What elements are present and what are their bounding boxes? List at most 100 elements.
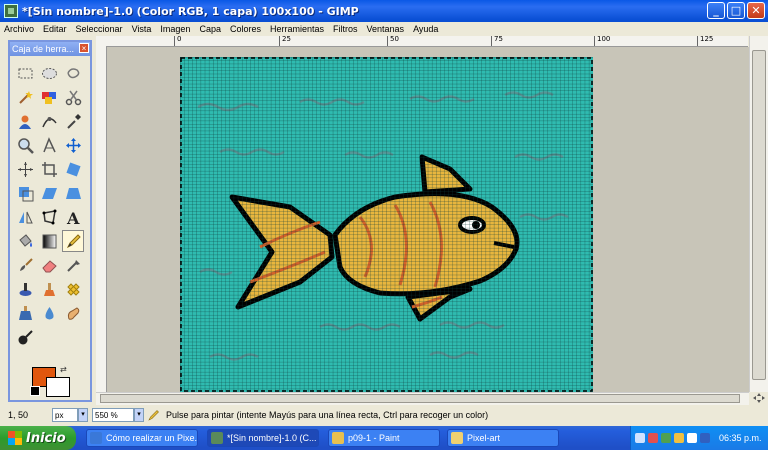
unit-select-value: px	[55, 410, 64, 420]
menu-archivo[interactable]: Archivo	[4, 24, 34, 34]
zoom-icon[interactable]	[14, 134, 36, 156]
ruler-label: 100	[597, 36, 611, 43]
foreground-select-icon[interactable]	[14, 110, 36, 132]
text-icon[interactable]: A	[62, 206, 84, 228]
menu-filtros[interactable]: Filtros	[333, 24, 358, 34]
move-icon[interactable]	[62, 134, 84, 156]
network-icon[interactable]	[635, 433, 645, 443]
zoom-dropdown-arrow[interactable]: ▾	[134, 408, 144, 422]
volume-icon[interactable]	[674, 433, 684, 443]
rect-select-icon[interactable]	[14, 62, 36, 84]
bluetooth-icon[interactable]	[700, 433, 710, 443]
taskbar-button-paint[interactable]: p09-1 - Paint	[328, 429, 440, 447]
update-icon[interactable]	[661, 433, 671, 443]
color-select-icon[interactable]	[38, 86, 60, 108]
scale-icon[interactable]	[14, 182, 36, 204]
start-label: Inicio	[26, 430, 66, 446]
zoom-select[interactable]: 550 %	[92, 408, 134, 422]
canvas-area[interactable]	[107, 47, 749, 392]
security-icon[interactable]	[648, 433, 658, 443]
vertical-scrollbar[interactable]	[749, 36, 768, 392]
menu-ayuda[interactable]: Ayuda	[413, 24, 438, 34]
default-colors-icon[interactable]	[30, 386, 40, 396]
vertical-ruler[interactable]	[96, 46, 107, 392]
ink-icon[interactable]	[14, 278, 36, 300]
toolbox-title: Caja de herra... ×	[10, 42, 90, 56]
ruler-label: 125	[700, 36, 714, 43]
perspective-icon[interactable]	[62, 182, 84, 204]
shear-icon[interactable]	[38, 182, 60, 204]
window-controls: _ □ ✕	[707, 2, 765, 19]
pencil-status-icon	[148, 410, 159, 421]
blend-icon[interactable]	[38, 230, 60, 252]
dodge-burn-icon[interactable]	[14, 326, 36, 348]
perspective-clone-icon[interactable]	[14, 302, 36, 324]
flip-icon[interactable]	[14, 206, 36, 228]
heal-icon[interactable]	[62, 278, 84, 300]
taskbar: Inicio Cómo realizar un Pixe... *[Sin no…	[0, 426, 768, 450]
ruler-label: 25	[282, 36, 291, 43]
gimp-app-icon[interactable]	[4, 4, 18, 18]
start-button[interactable]: Inicio	[0, 426, 76, 450]
gimp-icon	[211, 432, 223, 444]
system-clock: 06:35 p.m.	[719, 433, 762, 443]
system-tray: 06:35 p.m.	[630, 426, 768, 450]
minimize-button[interactable]: _	[707, 2, 725, 19]
toolbox-close-button[interactable]: ×	[79, 43, 89, 53]
paintbrush-icon[interactable]	[14, 254, 36, 276]
clone-icon[interactable]	[38, 278, 60, 300]
menu-colores[interactable]: Colores	[230, 24, 261, 34]
taskbar-button-label: Cómo realizar un Pixe...	[106, 433, 198, 443]
vertical-scroll-thumb[interactable]	[752, 50, 766, 380]
taskbar-button-browser[interactable]: Cómo realizar un Pixe...	[86, 429, 198, 447]
menu-editar[interactable]: Editar	[43, 24, 67, 34]
browser-icon	[90, 432, 102, 444]
horizontal-scroll-thumb[interactable]	[100, 394, 740, 403]
pointer-coordinates: 1, 50	[8, 410, 29, 420]
folder-icon	[451, 432, 463, 444]
navigate-icon[interactable]	[752, 392, 766, 404]
menu-ventanas[interactable]: Ventanas	[367, 24, 405, 34]
crop-icon[interactable]	[38, 158, 60, 180]
rotate-icon[interactable]	[62, 158, 84, 180]
close-button[interactable]: ✕	[747, 2, 765, 19]
blur-icon[interactable]	[38, 302, 60, 324]
taskbar-button-label: Pixel-art	[467, 433, 501, 443]
align-icon[interactable]	[14, 158, 36, 180]
ruler-label: 50	[390, 36, 399, 43]
horizontal-ruler[interactable]: 0 25 50 75 100 125	[96, 36, 748, 47]
eraser-icon[interactable]	[38, 254, 60, 276]
language-icon[interactable]	[687, 433, 697, 443]
pixel-art-canvas[interactable]	[180, 57, 593, 392]
swap-colors-icon[interactable]: ⇄	[60, 365, 67, 374]
status-bar: 1, 50 px ▾ 550 % ▾ Pulse para pintar (in…	[0, 404, 768, 426]
unit-dropdown-arrow[interactable]: ▾	[78, 408, 88, 422]
background-color-swatch[interactable]	[46, 377, 70, 397]
color-picker-icon[interactable]	[62, 110, 84, 132]
airbrush-icon[interactable]	[62, 254, 84, 276]
toolbox-title-text: Caja de herra...	[12, 44, 75, 54]
fuzzy-select-icon[interactable]	[14, 86, 36, 108]
menu-vista[interactable]: Vista	[132, 24, 152, 34]
maximize-button[interactable]: □	[727, 2, 745, 19]
taskbar-button-gimp[interactable]: *[Sin nombre]-1.0 (C...	[207, 429, 319, 447]
pencil-icon[interactable]	[62, 230, 84, 252]
menu-imagen[interactable]: Imagen	[160, 24, 190, 34]
menu-capa[interactable]: Capa	[199, 24, 221, 34]
unit-select[interactable]: px	[52, 408, 78, 422]
scissors-icon[interactable]	[62, 86, 84, 108]
taskbar-button-label: p09-1 - Paint	[348, 433, 400, 443]
smudge-icon[interactable]	[62, 302, 84, 324]
menu-bar: Archivo Editar Seleccionar Vista Imagen …	[0, 22, 768, 36]
ellipse-select-icon[interactable]	[38, 62, 60, 84]
cage-icon[interactable]	[38, 206, 60, 228]
bucket-fill-icon[interactable]	[14, 230, 36, 252]
measure-icon[interactable]	[38, 134, 60, 156]
taskbar-button-folder[interactable]: Pixel-art	[447, 429, 559, 447]
free-select-icon[interactable]	[62, 62, 84, 84]
menu-herramientas[interactable]: Herramientas	[270, 24, 324, 34]
window-title: *[Sin nombre]-1.0 (Color RGB, 1 capa) 10…	[22, 4, 359, 18]
status-message: Pulse para pintar (intente Mayús para un…	[166, 410, 489, 420]
menu-seleccionar[interactable]: Seleccionar	[76, 24, 123, 34]
paths-icon[interactable]	[38, 110, 60, 132]
